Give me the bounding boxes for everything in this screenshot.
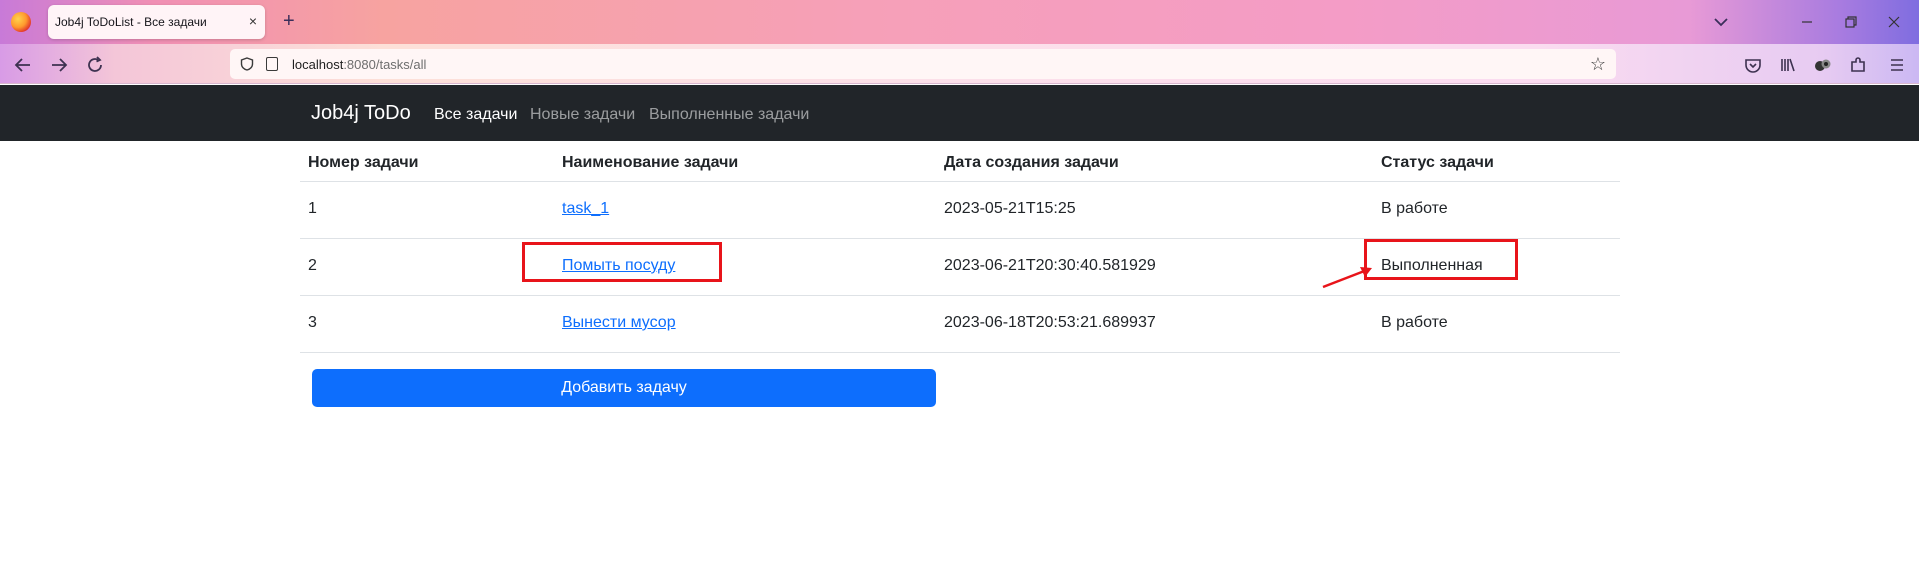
pocket-icon[interactable] xyxy=(1743,55,1763,75)
chevron-down-icon[interactable] xyxy=(1711,12,1731,32)
forward-icon[interactable] xyxy=(48,54,70,76)
restore-icon[interactable] xyxy=(1841,12,1861,32)
navbar-brand[interactable]: Job4j ToDo xyxy=(311,102,411,125)
url-path: :8080/tasks/all xyxy=(343,57,427,72)
task-name-cell: Вынести мусор xyxy=(562,314,676,332)
browser-tabstrip: Job4j ToDoList - Все задачи × + xyxy=(0,0,1919,44)
extension-icon[interactable] xyxy=(1813,55,1833,75)
task-link[interactable]: task_1 xyxy=(562,200,609,217)
page-icon xyxy=(266,57,278,71)
url-host: localhost xyxy=(292,57,344,72)
task-id: 2 xyxy=(308,257,317,274)
back-icon[interactable] xyxy=(12,54,34,76)
header-created-date: Дата создания задачи xyxy=(944,154,1119,171)
add-task-button[interactable]: Добавить задачу xyxy=(312,369,936,407)
annotation-arrow xyxy=(1322,267,1372,289)
browser-tab-active[interactable]: Job4j ToDoList - Все задачи × xyxy=(48,5,265,39)
task-name-cell: task_1 xyxy=(562,200,609,218)
task-created: 2023-06-18T20:53:21.689937 xyxy=(944,314,1156,331)
task-status: В работе xyxy=(1381,200,1448,217)
tab-title: Job4j ToDoList - Все задачи xyxy=(55,15,207,29)
shield-icon[interactable] xyxy=(240,57,254,71)
task-id: 3 xyxy=(308,314,317,331)
app-navbar: Job4j ToDo Все задачи Новые задачи Выпол… xyxy=(0,85,1919,141)
firefox-logo-icon[interactable] xyxy=(11,12,31,32)
table-row: 1 task_1 2023-05-21T15:25 В работе xyxy=(300,182,1620,239)
task-status: В работе xyxy=(1381,314,1448,331)
nav-link-new-tasks[interactable]: Новые задачи xyxy=(530,106,635,124)
header-task-number: Номер задачи xyxy=(308,154,419,171)
annotation-highlight-status xyxy=(1364,239,1518,280)
star-icon[interactable]: ☆ xyxy=(1590,54,1606,74)
header-task-name: Наименование задачи xyxy=(562,154,739,171)
annotation-highlight-task-name xyxy=(522,242,722,282)
task-id: 1 xyxy=(308,200,317,217)
menu-icon[interactable] xyxy=(1887,55,1907,75)
library-icon[interactable] xyxy=(1778,55,1798,75)
window-close-icon[interactable] xyxy=(1884,12,1904,32)
minimize-icon[interactable] xyxy=(1797,12,1817,32)
nav-link-done-tasks[interactable]: Выполненные задачи xyxy=(649,106,809,124)
url-text[interactable]: localhost:8080/tasks/all xyxy=(292,57,426,72)
puzzle-icon[interactable] xyxy=(1848,55,1868,75)
task-created: 2023-06-21T20:30:40.581929 xyxy=(944,257,1156,274)
table-header: Номер задачи Наименование задачи Дата со… xyxy=(300,141,1620,182)
reload-icon[interactable] xyxy=(84,54,106,76)
nav-link-all-tasks[interactable]: Все задачи xyxy=(434,106,517,124)
close-icon[interactable]: × xyxy=(249,13,257,29)
header-status: Статус задачи xyxy=(1381,154,1494,171)
new-tab-button[interactable]: + xyxy=(283,11,295,31)
task-link[interactable]: Вынести мусор xyxy=(562,314,676,331)
table-row: 3 Вынести мусор 2023-06-18T20:53:21.6899… xyxy=(300,296,1620,353)
url-bar[interactable]: localhost:8080/tasks/all ☆ xyxy=(230,49,1616,79)
task-created: 2023-05-21T15:25 xyxy=(944,200,1076,217)
